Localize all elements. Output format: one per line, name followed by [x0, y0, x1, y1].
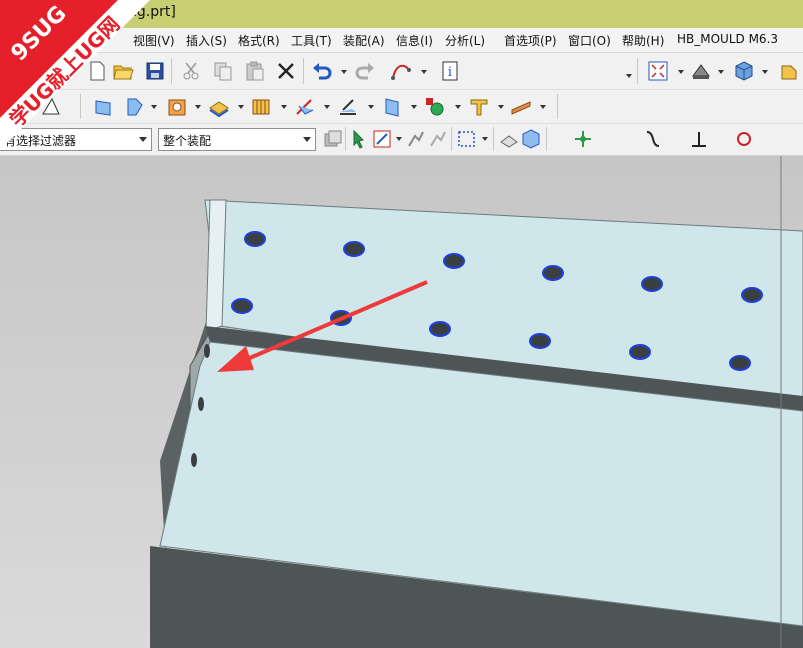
- menu-analysis[interactable]: 分析(L): [445, 32, 485, 49]
- select-box-icon[interactable]: [371, 128, 393, 150]
- component-icon[interactable]: [322, 128, 344, 150]
- select-chain-icon[interactable]: [427, 128, 449, 150]
- hole[interactable]: [231, 298, 253, 314]
- thicken-icon[interactable]: [510, 96, 532, 118]
- hole[interactable]: [741, 287, 763, 303]
- paste-icon[interactable]: [244, 60, 266, 82]
- hole[interactable]: [641, 276, 663, 292]
- pad-dropdown[interactable]: [238, 105, 244, 109]
- menu-insert[interactable]: 插入(S): [186, 32, 227, 49]
- hole[interactable]: [629, 344, 651, 360]
- snap-mid-icon[interactable]: [572, 128, 594, 150]
- undo-icon[interactable]: [311, 60, 333, 82]
- hole[interactable]: [529, 333, 551, 349]
- draft-dropdown[interactable]: [411, 105, 417, 109]
- menu-preferences[interactable]: 首选项(P): [504, 32, 557, 49]
- hole-dropdown[interactable]: [195, 105, 201, 109]
- select-dropdown[interactable]: [396, 137, 402, 141]
- menu-format[interactable]: 格式(R): [238, 32, 280, 49]
- hole[interactable]: [542, 265, 564, 281]
- rectangle-select-dropdown[interactable]: [482, 137, 488, 141]
- curve-dropdown[interactable]: [421, 70, 427, 74]
- menu-hb-mould[interactable]: HB_MOULD M6.3: [677, 32, 778, 46]
- view-dropdown[interactable]: [678, 70, 684, 74]
- rectangle-select-icon[interactable]: [456, 128, 478, 150]
- trim-icon[interactable]: [468, 96, 490, 118]
- snap-perp-icon[interactable]: [688, 128, 710, 150]
- fit-view-icon[interactable]: [647, 60, 669, 82]
- separator: [451, 127, 452, 151]
- separator: [345, 127, 346, 151]
- watermark-badge: 9SUG 学UG就上UG网: [0, 0, 150, 150]
- extrude-icon[interactable]: [778, 60, 800, 82]
- model-view[interactable]: [0, 156, 803, 648]
- deselect-icon[interactable]: [405, 128, 427, 150]
- svg-text:i: i: [448, 65, 452, 80]
- blend-icon[interactable]: [294, 96, 316, 118]
- undo-dropdown[interactable]: [341, 70, 347, 74]
- render-style-icon[interactable]: [690, 60, 712, 82]
- separator: [546, 127, 547, 151]
- redo-icon[interactable]: [354, 60, 376, 82]
- point-icon[interactable]: [424, 96, 446, 118]
- blend-dropdown[interactable]: [324, 105, 330, 109]
- menu-tools[interactable]: 工具(T): [291, 32, 332, 49]
- snap-quadrant-icon[interactable]: [733, 128, 755, 150]
- graphics-viewport[interactable]: [0, 156, 803, 648]
- separator: [493, 127, 494, 151]
- cube-dropdown[interactable]: [762, 70, 768, 74]
- hole[interactable]: [443, 253, 465, 269]
- point-dropdown[interactable]: [455, 105, 461, 109]
- draft-icon[interactable]: [381, 96, 403, 118]
- hole[interactable]: [429, 321, 451, 337]
- offset-face-icon[interactable]: [337, 96, 359, 118]
- menu-assembly[interactable]: 装配(A): [343, 32, 385, 49]
- cut-icon[interactable]: [180, 60, 202, 82]
- hole[interactable]: [244, 231, 266, 247]
- trim-dropdown[interactable]: [498, 105, 504, 109]
- menu-window[interactable]: 窗口(O): [568, 32, 611, 49]
- selection-scope-dropdown[interactable]: 整个装配: [158, 128, 316, 151]
- info-icon[interactable]: i: [440, 60, 462, 82]
- menu-help[interactable]: 帮助(H): [622, 32, 664, 49]
- delete-icon[interactable]: [275, 60, 297, 82]
- thicken-dropdown[interactable]: [540, 105, 546, 109]
- search-dropdown[interactable]: [626, 74, 632, 78]
- copy-icon[interactable]: [212, 60, 234, 82]
- chevron-down-icon: [303, 137, 311, 142]
- block-dropdown[interactable]: [281, 105, 287, 109]
- hole[interactable]: [343, 241, 365, 257]
- separator: [637, 58, 638, 84]
- feature-select-icon[interactable]: [498, 128, 520, 150]
- menu-information[interactable]: 信息(I): [396, 32, 433, 49]
- select-arrow-icon[interactable]: [350, 128, 372, 150]
- hole[interactable]: [729, 355, 751, 371]
- body-select-icon[interactable]: [520, 128, 542, 150]
- offset-dropdown[interactable]: [368, 105, 374, 109]
- revolve-dropdown[interactable]: [151, 105, 157, 109]
- snap-curve-icon[interactable]: [642, 128, 664, 150]
- selection-scope-value: 整个装配: [163, 134, 212, 148]
- render-dropdown[interactable]: [718, 70, 724, 74]
- separator: [557, 94, 558, 119]
- pad-icon[interactable]: [208, 96, 230, 118]
- hole-icon[interactable]: [166, 96, 188, 118]
- curve-icon[interactable]: [390, 60, 412, 82]
- separator: [171, 58, 172, 84]
- block-icon[interactable]: [250, 96, 272, 118]
- separator: [303, 58, 304, 84]
- cube-icon[interactable]: [733, 60, 755, 82]
